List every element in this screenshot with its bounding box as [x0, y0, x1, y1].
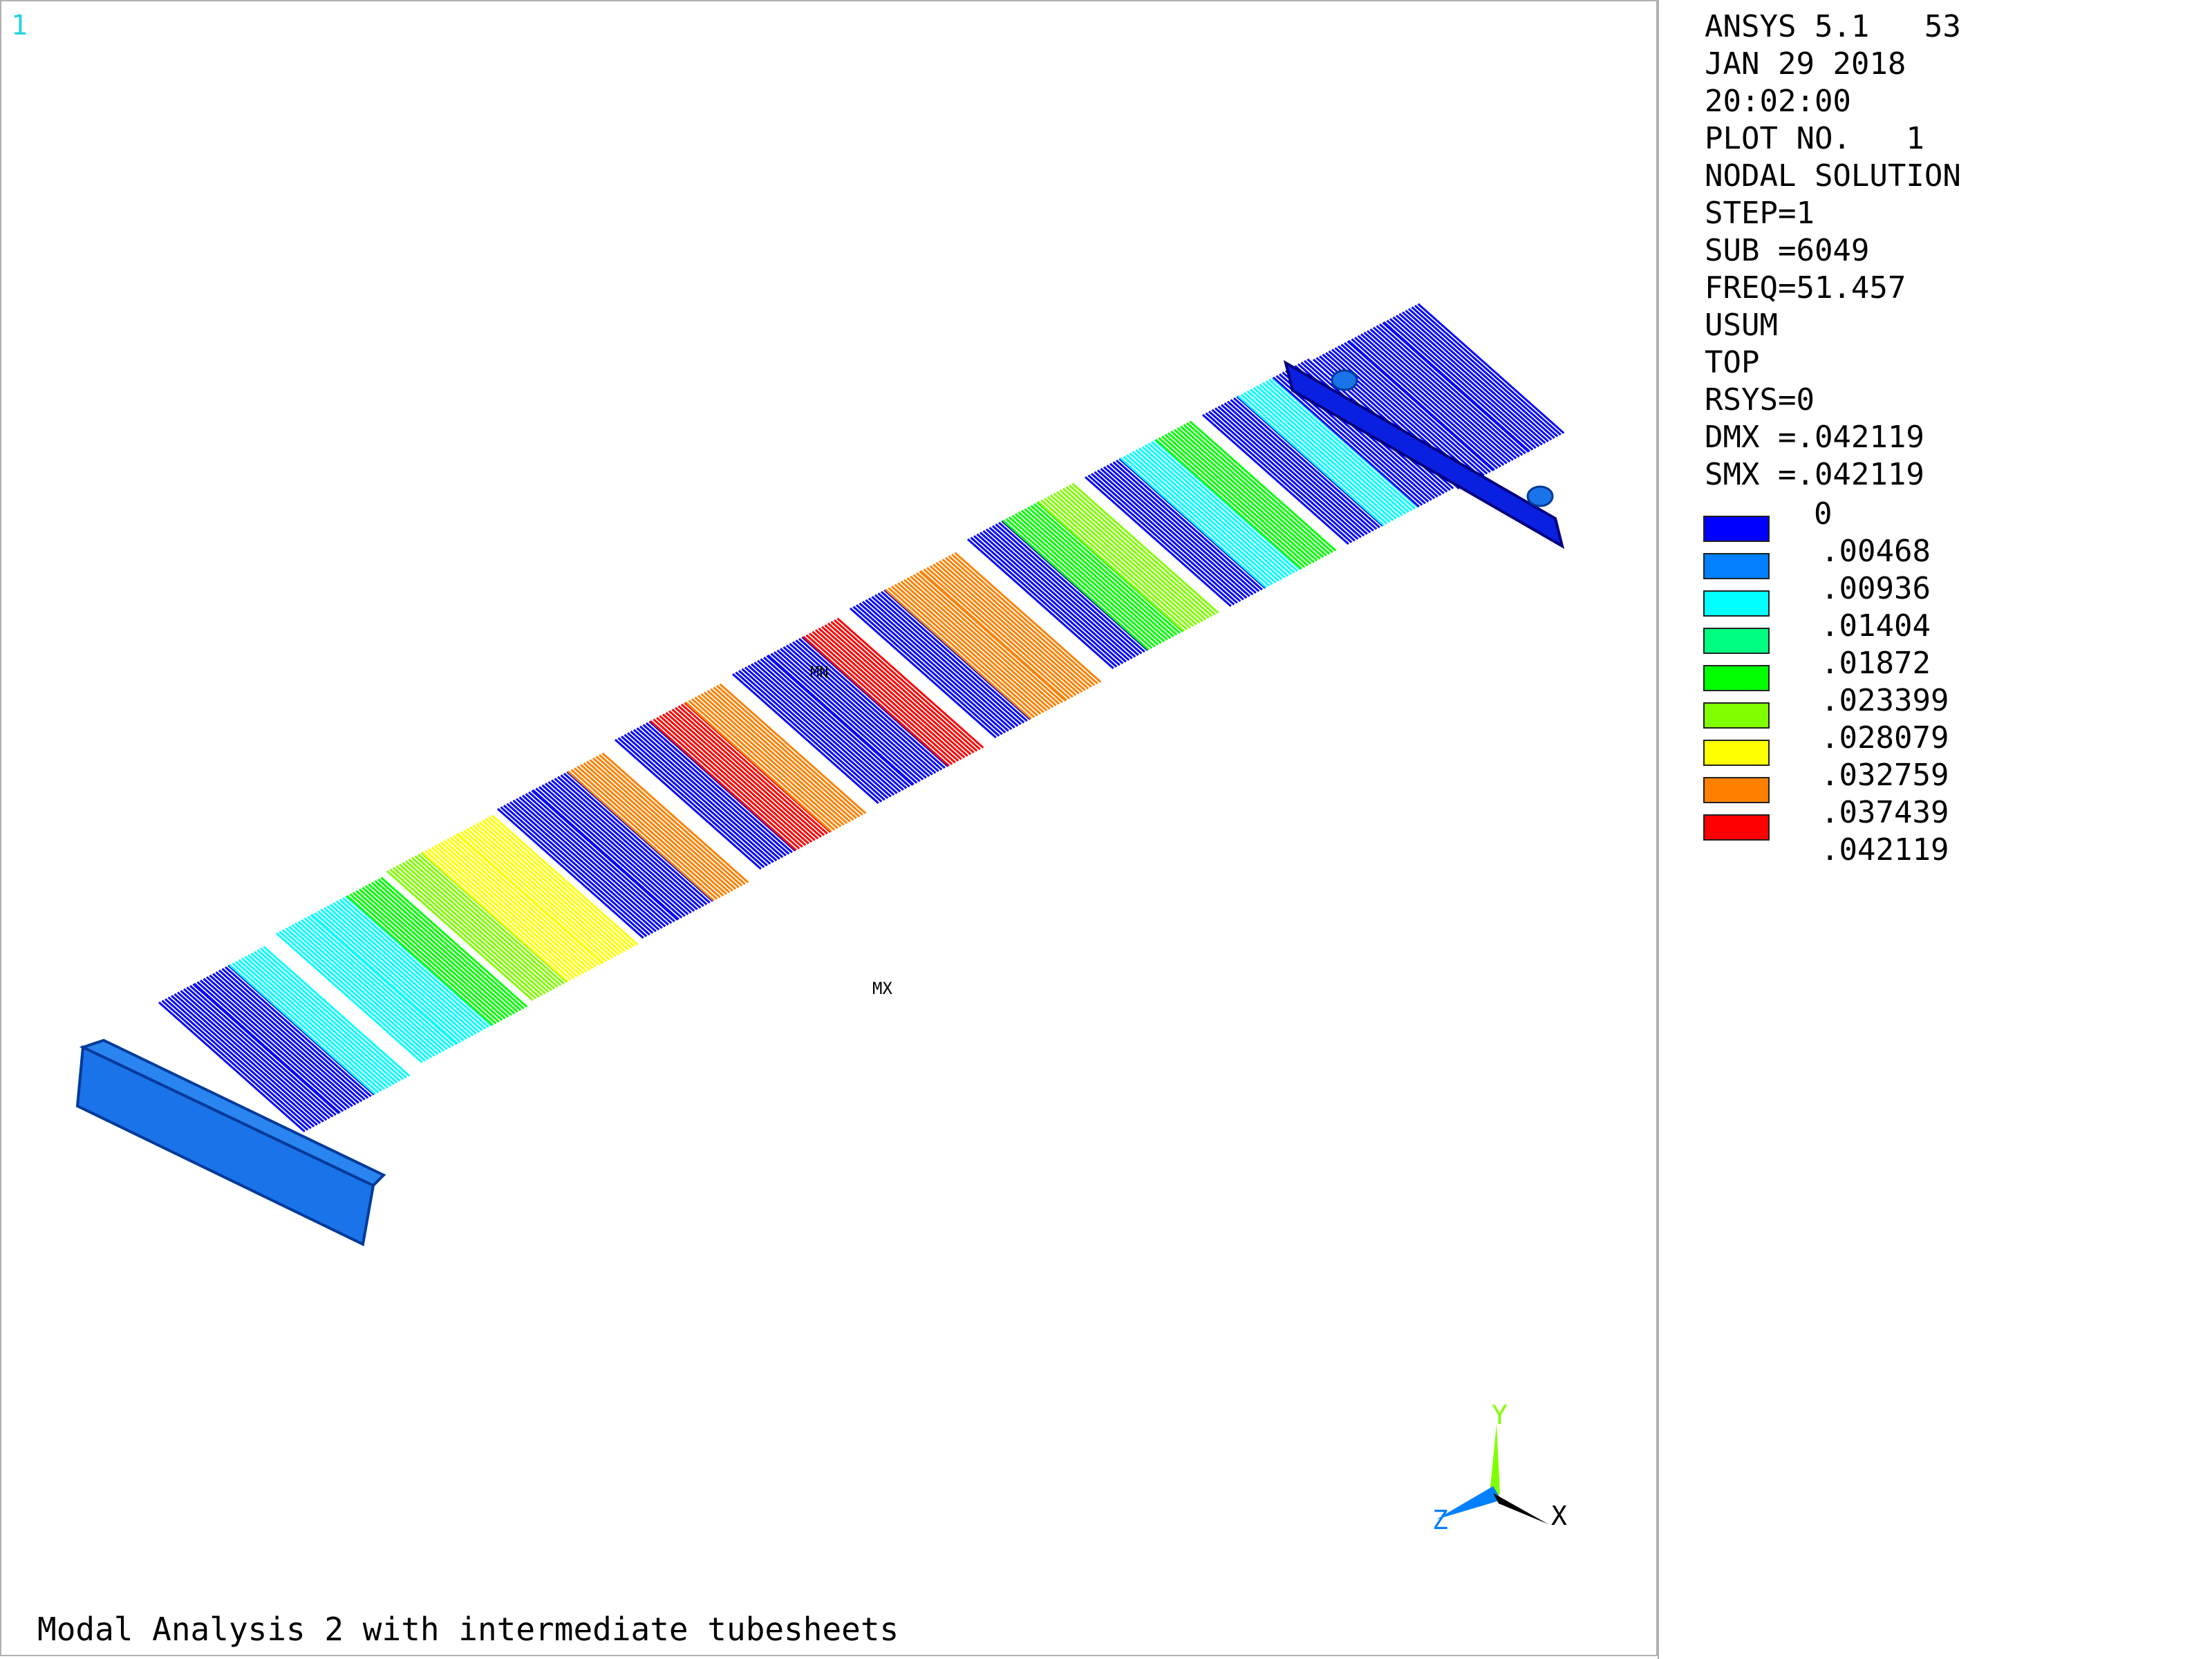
info-line: JAN 29 2018: [1705, 46, 1906, 82]
info-line: FREQ=51.457: [1705, 270, 1906, 306]
axis-triad: Y Z X: [1432, 1400, 1567, 1535]
legend-swatch: [1703, 665, 1770, 691]
legend-swatch: [1703, 628, 1770, 654]
legend-value: .00468: [1821, 534, 1931, 569]
max-marker: MX: [872, 979, 892, 998]
info-line: SUB =6049: [1705, 233, 1870, 268]
info-panel: ANSYS 5.1 53 JAN 29 2018 20:02:00 PLOT NO. …: [1705, 8, 2188, 494]
info-line: DMX =.042119: [1705, 420, 1924, 455]
legend-value: .00936: [1821, 571, 1931, 606]
tube-bundle: [158, 303, 1565, 1133]
legend-swatch: [1703, 702, 1770, 729]
triad-z-label: Z: [1432, 1505, 1448, 1535]
info-line: USUM: [1705, 308, 1778, 343]
legend-swatch: [1703, 814, 1770, 841]
legend-swatch: [1703, 590, 1770, 617]
legend-value: .037439: [1821, 795, 1949, 830]
info-line: TOP: [1705, 345, 1760, 380]
legend-swatch: [1703, 516, 1770, 542]
plot-subtitle: Modal Analysis 2 with intermediate tubes…: [37, 1611, 899, 1648]
legend-value: .01404: [1821, 608, 1931, 644]
triad-x-label: X: [1551, 1501, 1567, 1531]
panel-divider: [1658, 0, 1659, 1659]
legend-value: 0: [1814, 496, 1833, 532]
min-marker: MN: [810, 664, 829, 682]
legend-value: .01872: [1821, 646, 1931, 681]
info-line: PLOT NO. 1: [1705, 121, 1924, 156]
info-line: ANSYS 5.1 53: [1705, 9, 1961, 44]
legend-swatch: [1703, 553, 1770, 579]
info-line: RSYS=0: [1705, 382, 1815, 418]
legend-value: .023399: [1821, 683, 1949, 718]
info-line: STEP=1: [1705, 196, 1815, 231]
legend-value: .032759: [1821, 758, 1949, 793]
model-plot: MX MN Y Z X: [75, 303, 1567, 1535]
legend-swatch: [1703, 740, 1770, 766]
legend-value: .042119: [1821, 832, 1949, 868]
legend-value: .028079: [1821, 720, 1949, 756]
legend-swatch: [1703, 777, 1770, 803]
info-line: 20:02:00: [1705, 84, 1851, 119]
triad-y-label: Y: [1492, 1400, 1508, 1430]
info-line: SMX =.042119: [1705, 457, 1924, 492]
info-line: NODAL SOLUTION: [1705, 158, 1961, 194]
